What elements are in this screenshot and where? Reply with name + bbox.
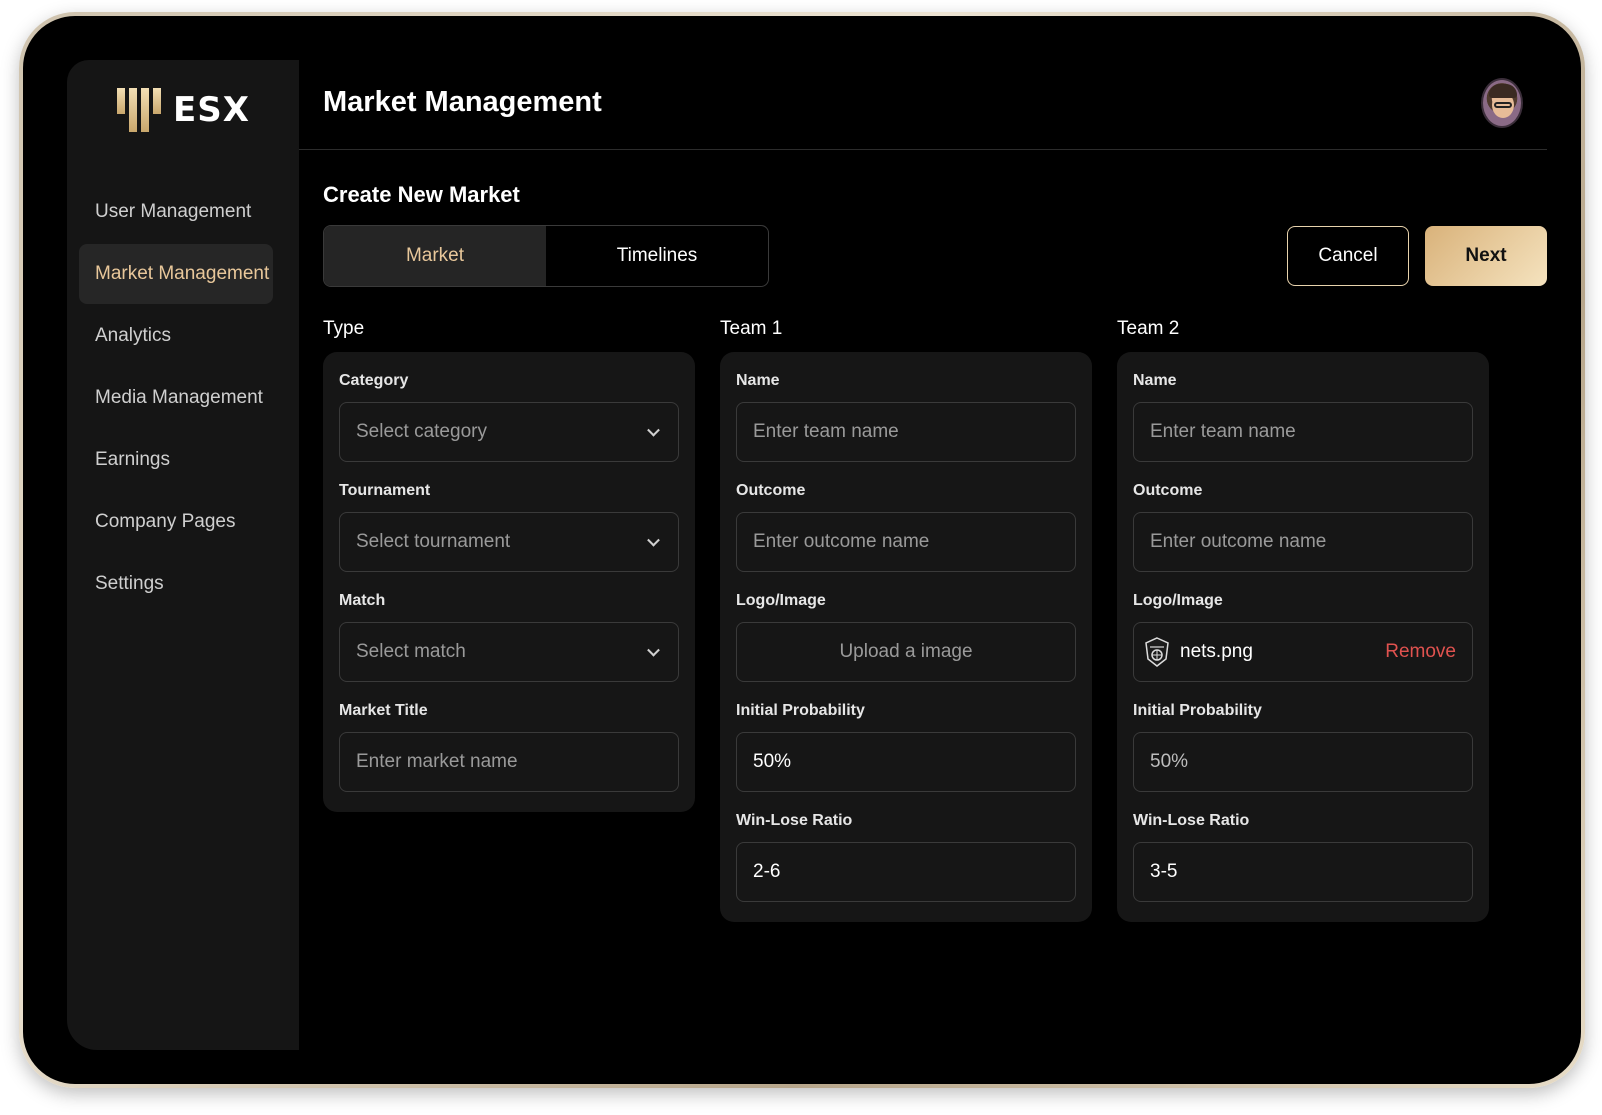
logo: ESX [117, 88, 250, 132]
team2-name-input[interactable]: Enter team name [1133, 402, 1473, 462]
type-title: Type [323, 318, 365, 339]
team2-name-label: Name [1133, 372, 1177, 389]
team1-probability-input[interactable]: 50% [736, 732, 1076, 792]
category-select[interactable]: Select category [339, 402, 679, 462]
team1-name-label: Name [736, 372, 780, 389]
logo-mark-icon [117, 88, 161, 132]
team2-column: Team 2 Name Enter team name Outcome Ente… [1117, 318, 1489, 922]
chevron-down-icon [647, 533, 660, 547]
team1-name-input[interactable]: Enter team name [736, 402, 1076, 462]
sidebar-item-market-management[interactable]: Market Management [79, 244, 273, 304]
tab-bar: Market Timelines [323, 225, 769, 287]
team1-logo-label: Logo/Image [736, 592, 826, 609]
tournament-select[interactable]: Select tournament [339, 512, 679, 572]
team2-probability-input[interactable]: 50% [1133, 732, 1473, 792]
team2-card: Name Enter team name Outcome Enter outco… [1117, 352, 1489, 922]
next-button[interactable]: Next [1425, 226, 1547, 286]
team1-outcome-placeholder: Enter outcome name [753, 531, 930, 552]
match-label: Match [339, 592, 386, 609]
team1-title: Team 1 [720, 318, 783, 339]
file-name: nets.png [1180, 641, 1253, 662]
team2-name-placeholder: Enter team name [1150, 421, 1296, 442]
team1-winlose-value: 2-6 [753, 861, 781, 882]
remove-button[interactable]: Remove [1385, 641, 1456, 663]
team1-upload-button[interactable]: Upload a image [736, 622, 1076, 682]
type-column: Type Category Select category Tournament… [323, 318, 695, 812]
match-placeholder: Select match [356, 641, 466, 662]
market-title-placeholder: Enter market name [356, 751, 518, 772]
team1-column: Team 1 Name Enter team name Outcome Ente… [720, 318, 1092, 922]
sidebar-item-user-management[interactable]: User Management [79, 182, 273, 242]
market-title-input[interactable]: Enter market name [339, 732, 679, 792]
team1-winlose-input[interactable]: 2-6 [736, 842, 1076, 902]
team2-outcome-placeholder: Enter outcome name [1150, 531, 1327, 552]
team2-probability-value: 50% [1150, 751, 1189, 772]
sidebar-item-media-management[interactable]: Media Management [79, 368, 273, 428]
sidebar-nav: User Management Market Management Analyt… [79, 182, 273, 616]
page-title: Market Management [323, 86, 602, 118]
sidebar-item-analytics[interactable]: Analytics [79, 306, 273, 366]
nets-logo-icon [1145, 637, 1169, 667]
sidebar-item-settings[interactable]: Settings [79, 554, 273, 614]
team2-winlose-value: 3-5 [1150, 861, 1178, 882]
sidebar-item-company-pages[interactable]: Company Pages [79, 492, 273, 552]
team2-winlose-input[interactable]: 3-5 [1133, 842, 1473, 902]
market-title-label: Market Title [339, 702, 428, 719]
tournament-placeholder: Select tournament [356, 531, 511, 552]
tab-market[interactable]: Market [324, 226, 546, 286]
team1-outcome-label: Outcome [736, 482, 806, 499]
team1-probability-value: 50% [753, 751, 792, 772]
team2-winlose-label: Win-Lose Ratio [1133, 812, 1250, 829]
cancel-button[interactable]: Cancel [1287, 226, 1409, 286]
team2-outcome-input[interactable]: Enter outcome name [1133, 512, 1473, 572]
category-label: Category [339, 372, 409, 389]
tablet-frame: ESX User Management Market Management An… [19, 12, 1585, 1088]
tournament-label: Tournament [339, 482, 431, 499]
logo-text: ESX [173, 90, 250, 130]
type-card: Category Select category Tournament Sele… [323, 352, 695, 812]
team1-card: Name Enter team name Outcome Enter outco… [720, 352, 1092, 922]
chevron-down-icon [647, 643, 660, 657]
team2-logo-label: Logo/Image [1133, 592, 1223, 609]
team2-probability-label: Initial Probability [1133, 702, 1262, 719]
team2-file-field: nets.png Remove [1133, 622, 1473, 682]
team1-name-placeholder: Enter team name [753, 421, 899, 442]
category-placeholder: Select category [356, 421, 487, 442]
team1-winlose-label: Win-Lose Ratio [736, 812, 853, 829]
sidebar: ESX User Management Market Management An… [67, 60, 299, 1050]
avatar[interactable] [1481, 78, 1523, 128]
sidebar-item-earnings[interactable]: Earnings [79, 430, 273, 490]
team2-title: Team 2 [1117, 318, 1180, 339]
section-title: Create New Market [323, 182, 520, 207]
chevron-down-icon [647, 423, 660, 437]
team2-outcome-label: Outcome [1133, 482, 1203, 499]
header: Market Management [299, 60, 1547, 150]
team1-probability-label: Initial Probability [736, 702, 865, 719]
main-content: Market Management Create New Market Mark… [299, 60, 1547, 1050]
team1-outcome-input[interactable]: Enter outcome name [736, 512, 1076, 572]
screen: ESX User Management Market Management An… [23, 16, 1581, 1084]
team1-upload-text: Upload a image [839, 641, 973, 662]
tab-timelines[interactable]: Timelines [546, 226, 768, 286]
match-select[interactable]: Select match [339, 622, 679, 682]
